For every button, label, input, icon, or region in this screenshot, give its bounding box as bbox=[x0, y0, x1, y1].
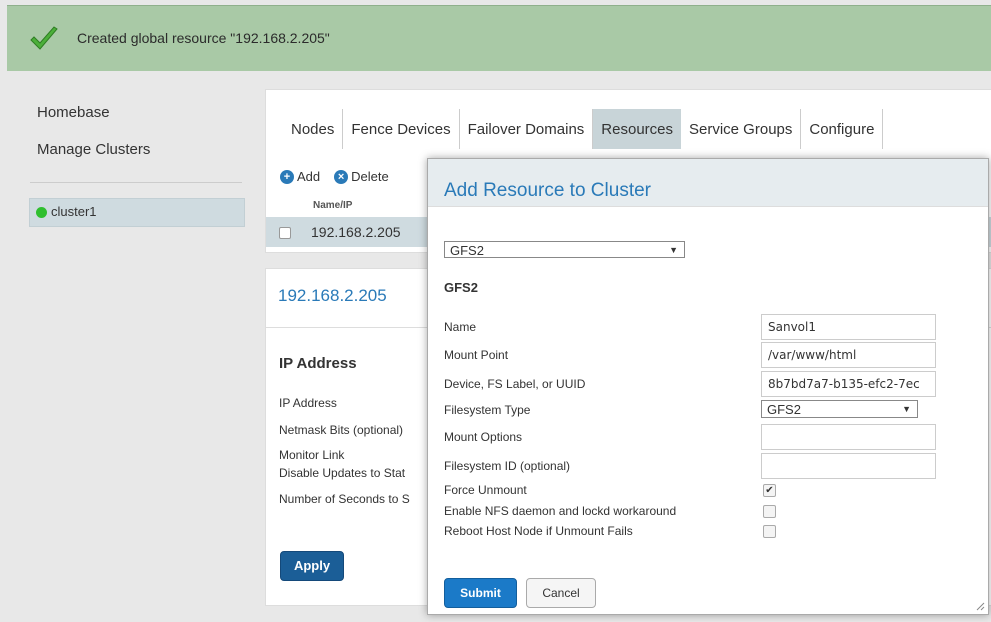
reboot-label: Reboot Host Node if Unmount Fails bbox=[444, 524, 633, 538]
toolbar: + Add × Delete bbox=[280, 169, 389, 184]
tab-bar: Nodes Fence Devices Failover Domains Res… bbox=[283, 109, 884, 149]
detail-title: 192.168.2.205 bbox=[278, 286, 387, 305]
dropdown-arrow-icon: ▼ bbox=[669, 245, 678, 255]
add-label: Add bbox=[297, 169, 321, 184]
reboot-checkbox[interactable] bbox=[763, 525, 776, 538]
force-unmount-checkbox[interactable]: ✔ bbox=[763, 484, 776, 497]
nav-manage-clusters[interactable]: Manage Clusters bbox=[37, 141, 150, 158]
resize-handle-icon[interactable] bbox=[975, 601, 985, 611]
tab-configure[interactable]: Configure bbox=[801, 109, 884, 149]
cluster-name: cluster1 bbox=[51, 204, 97, 219]
device-label: Device, FS Label, or UUID bbox=[444, 377, 586, 391]
checkmark-icon bbox=[30, 26, 58, 50]
field-label-disable-updates: Disable Updates to Stat bbox=[279, 466, 406, 480]
cluster-item[interactable]: cluster1 bbox=[29, 198, 245, 227]
tab-fence-devices[interactable]: Fence Devices bbox=[343, 109, 460, 149]
fs-type-select[interactable]: GFS2 ▼ bbox=[761, 400, 918, 418]
mount-point-label: Mount Point bbox=[444, 348, 509, 362]
delete-label: Delete bbox=[351, 169, 389, 184]
field-label-netmask: Netmask Bits (optional) bbox=[279, 423, 404, 437]
submit-button[interactable]: Submit bbox=[444, 578, 517, 608]
dialog-header: Add Resource to Cluster bbox=[428, 159, 988, 207]
tab-service-groups[interactable]: Service Groups bbox=[681, 109, 802, 149]
mount-options-input[interactable] bbox=[761, 424, 936, 450]
resource-type-select[interactable]: GFS2 ▼ bbox=[444, 241, 685, 258]
mount-options-label: Mount Options bbox=[444, 430, 523, 444]
nfs-workaround-label: Enable NFS daemon and lockd workaround bbox=[444, 504, 677, 518]
resource-type-value: GFS2 bbox=[450, 243, 484, 258]
detail-heading: IP Address bbox=[279, 355, 357, 372]
dialog-title: Add Resource to Cluster bbox=[444, 180, 651, 201]
cancel-button[interactable]: Cancel bbox=[526, 578, 596, 608]
tab-failover-domains[interactable]: Failover Domains bbox=[460, 109, 594, 149]
fs-type-label: Filesystem Type bbox=[444, 403, 531, 417]
row-ip[interactable]: 192.168.2.205 bbox=[311, 224, 401, 240]
field-label-monitor-link: Monitor Link bbox=[279, 448, 345, 462]
column-header-name-ip: Name/IP bbox=[313, 200, 353, 211]
dropdown-arrow-icon: ▼ bbox=[902, 404, 911, 414]
apply-button[interactable]: Apply bbox=[280, 551, 344, 581]
tab-resources[interactable]: Resources bbox=[593, 109, 681, 149]
row-checkbox[interactable] bbox=[279, 227, 291, 239]
fs-id-input[interactable] bbox=[761, 453, 936, 479]
plus-icon: + bbox=[280, 169, 294, 184]
status-online-icon bbox=[36, 207, 47, 218]
nav-divider bbox=[30, 182, 242, 183]
fs-type-value: GFS2 bbox=[767, 402, 801, 417]
field-label-ip: IP Address bbox=[279, 396, 337, 410]
add-button[interactable]: + Add bbox=[280, 169, 320, 184]
notification-bar: Created global resource "192.168.2.205" bbox=[7, 5, 991, 71]
name-label: Name bbox=[444, 320, 477, 334]
resource-subtitle: GFS2 bbox=[444, 280, 478, 295]
add-resource-dialog: Add Resource to Cluster GFS2 ▼ GFS2 Name… bbox=[427, 158, 989, 615]
name-input[interactable]: Sanvol1 bbox=[761, 314, 936, 340]
force-unmount-label: Force Unmount bbox=[444, 483, 527, 497]
delete-button[interactable]: × Delete bbox=[334, 169, 389, 184]
fs-id-label: Filesystem ID (optional) bbox=[444, 459, 571, 473]
device-input[interactable]: 8b7bd7a7-b135-efc2-7ec bbox=[761, 371, 936, 397]
notification-message: Created global resource "192.168.2.205" bbox=[77, 30, 330, 46]
delete-icon: × bbox=[334, 169, 349, 184]
field-label-seconds: Number of Seconds to S bbox=[279, 492, 410, 506]
mount-point-input[interactable]: /var/www/html bbox=[761, 342, 936, 368]
nav-homebase[interactable]: Homebase bbox=[37, 104, 110, 121]
tab-nodes[interactable]: Nodes bbox=[283, 109, 344, 149]
nfs-workaround-checkbox[interactable] bbox=[763, 505, 776, 518]
